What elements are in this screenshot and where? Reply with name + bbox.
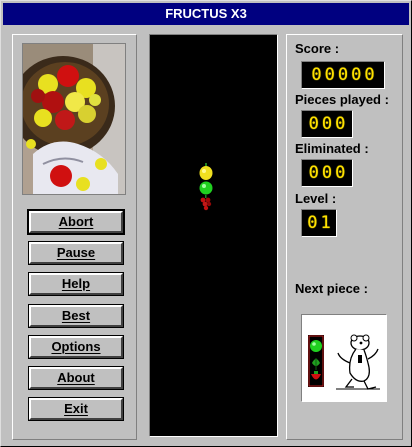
pieces-played-value: 000 [308,114,349,134]
fruit-bowl-picture [22,43,126,195]
playfield[interactable] [149,34,278,437]
title-bar: FRUCTUS X3 [3,3,409,25]
options-button[interactable]: Options [28,335,124,359]
exit-button[interactable]: Exit [28,397,124,421]
level-display: 01 [301,209,337,237]
mascot-icon [336,334,380,390]
game-window: FRUCTUS X3 Abort Pause Help Best Options… [0,0,412,447]
pieces-played-display: 000 [301,110,353,138]
abort-label: Abort [58,214,94,229]
eliminated-display: 000 [301,159,353,187]
left-panel: Abort Pause Help Best Options About Exit [12,34,137,440]
score-value: 00000 [311,65,378,85]
score-display: 00000 [301,61,385,89]
next-piece-label: Next piece : [295,281,368,296]
eliminated-label: Eliminated : [295,141,369,156]
next-piece-preview [301,314,387,402]
about-button[interactable]: About [28,366,124,390]
score-label: Score : [295,41,340,56]
level-label: Level : [295,191,337,206]
lemon-icon [199,163,213,180]
window-title: FRUCTUS X3 [165,6,247,21]
pieces-played-label: Pieces played : [295,92,389,107]
fruit-bowl-image [23,44,125,194]
exit-label: Exit [64,401,88,416]
pause-button[interactable]: Pause [28,241,124,265]
options-label: Options [51,339,101,354]
lime-icon [310,340,322,352]
pause-label: Pause [56,245,96,260]
right-panel: Score : 00000 Pieces played : 000 Elimin… [286,34,403,440]
best-label: Best [61,308,91,323]
about-label: About [57,370,95,385]
abort-button[interactable]: Abort [27,209,125,235]
best-button[interactable]: Best [28,304,124,328]
help-label: Help [61,276,91,291]
help-button[interactable]: Help [28,272,124,296]
falling-piece [199,163,213,211]
next-piece-image [308,334,380,390]
lime-icon [199,181,213,195]
grapes-icon [200,195,212,211]
level-value: 01 [307,213,334,233]
eliminated-value: 000 [308,163,349,183]
